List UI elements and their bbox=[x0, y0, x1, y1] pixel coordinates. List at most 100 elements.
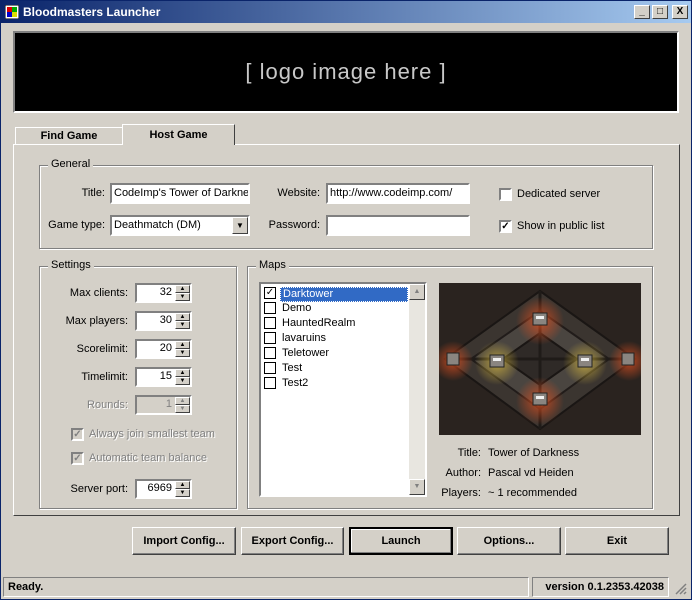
map-author-label: Author: bbox=[445, 467, 481, 479]
title-input[interactable]: CodeImp's Tower of Darkne bbox=[110, 183, 250, 204]
spin-down-icon[interactable]: ▼ bbox=[175, 293, 190, 301]
spin-up-icon[interactable]: ▲ bbox=[175, 285, 190, 293]
website-input[interactable]: http://www.codeimp.com/ bbox=[326, 183, 470, 204]
max-players-stepper[interactable]: 30 ▲ ▼ bbox=[135, 311, 192, 331]
list-item[interactable]: Test bbox=[263, 362, 409, 376]
status-bar: Ready. version 0.1.2353.42038 bbox=[3, 577, 689, 597]
scroll-up-icon[interactable]: ▲ bbox=[409, 284, 425, 300]
spin-down-icon[interactable]: ▼ bbox=[175, 489, 190, 497]
spin-up-icon[interactable]: ▲ bbox=[175, 369, 190, 377]
logo-banner: [ logo image here ] bbox=[13, 31, 679, 113]
map-checkbox[interactable] bbox=[264, 332, 276, 344]
launcher-window: Bloodmasters Launcher _ □ X [ logo image… bbox=[0, 0, 692, 600]
title-bar[interactable]: Bloodmasters Launcher _ □ X bbox=[1, 1, 691, 23]
map-title-label: Title: bbox=[457, 447, 481, 459]
timelimit-stepper[interactable]: 15 ▲ ▼ bbox=[135, 367, 192, 387]
map-author-value: Pascal vd Heiden bbox=[488, 467, 574, 479]
map-preview-image bbox=[439, 283, 641, 435]
max-clients-label: Max clients: bbox=[69, 287, 128, 299]
status-text: Ready. bbox=[3, 577, 529, 597]
general-legend: General bbox=[48, 158, 94, 170]
server-port-label: Server port: bbox=[70, 483, 128, 495]
map-name: HauntedRealm bbox=[282, 317, 356, 329]
chevron-down-icon[interactable]: ▼ bbox=[232, 217, 248, 234]
spin-down-icon[interactable]: ▼ bbox=[175, 321, 190, 329]
map-list-scrollbar[interactable]: ▲ ▼ bbox=[409, 284, 425, 495]
scorelimit-stepper[interactable]: 20 ▲ ▼ bbox=[135, 339, 192, 359]
close-button[interactable]: X bbox=[672, 5, 688, 19]
max-players-value: 30 bbox=[159, 314, 172, 326]
spin-down-icon[interactable]: ▼ bbox=[175, 349, 190, 357]
tab-find-game[interactable]: Find Game bbox=[15, 127, 123, 145]
map-title-value: Tower of Darkness bbox=[488, 447, 580, 459]
public-list-label: Show in public list bbox=[517, 220, 605, 232]
map-name: Test bbox=[282, 362, 303, 374]
resize-grip-icon[interactable] bbox=[675, 583, 687, 595]
server-port-stepper[interactable]: 6969 ▲ ▼ bbox=[135, 479, 192, 499]
dedicated-server-checkbox[interactable] bbox=[499, 188, 512, 201]
rounds-value: 1 bbox=[165, 398, 172, 410]
map-checkbox[interactable]: ✓ bbox=[264, 287, 276, 299]
window-title: Bloodmasters Launcher bbox=[23, 5, 161, 19]
rounds-label: Rounds: bbox=[87, 399, 128, 411]
public-list-checkbox[interactable]: ✓ bbox=[499, 220, 512, 233]
map-name: Teletower bbox=[282, 347, 330, 359]
import-config-button[interactable]: Import Config... bbox=[132, 527, 236, 555]
launch-button[interactable]: Launch bbox=[349, 527, 453, 555]
list-item[interactable]: Teletower bbox=[263, 347, 409, 361]
join-smallest-team-checkbox: ✓ bbox=[71, 428, 84, 441]
auto-team-balance-checkbox: ✓ bbox=[71, 452, 84, 465]
game-type-select[interactable]: Deathmatch (DM) ▼ bbox=[110, 215, 250, 236]
scroll-down-icon[interactable]: ▼ bbox=[409, 479, 425, 495]
max-clients-stepper[interactable]: 32 ▲ ▼ bbox=[135, 283, 192, 303]
export-config-button[interactable]: Export Config... bbox=[241, 527, 344, 555]
max-clients-value: 32 bbox=[159, 286, 172, 298]
password-input[interactable] bbox=[326, 215, 470, 236]
auto-team-balance-label: Automatic team balance bbox=[89, 452, 208, 464]
map-checkbox[interactable] bbox=[264, 317, 276, 329]
timelimit-value: 15 bbox=[159, 370, 172, 382]
version-text: version 0.1.2353.42038 bbox=[532, 577, 669, 597]
list-item[interactable]: Demo bbox=[263, 302, 409, 316]
scorelimit-label: Scorelimit: bbox=[76, 343, 128, 355]
join-smallest-team-label: Always join smallest team bbox=[89, 428, 215, 440]
list-item[interactable]: lavaruins bbox=[263, 332, 409, 346]
general-group: General bbox=[39, 158, 653, 249]
map-name: Darktower bbox=[280, 287, 408, 302]
map-checkbox[interactable] bbox=[264, 377, 276, 389]
spin-up-icon[interactable]: ▲ bbox=[175, 481, 190, 489]
minimize-button[interactable]: _ bbox=[634, 5, 650, 19]
list-item[interactable]: ✓ Darktower bbox=[263, 287, 409, 302]
scorelimit-value: 20 bbox=[159, 342, 172, 354]
exit-button[interactable]: Exit bbox=[565, 527, 669, 555]
server-port-value: 6969 bbox=[147, 482, 172, 494]
map-name: lavaruins bbox=[282, 332, 327, 344]
spin-up-icon[interactable]: ▲ bbox=[175, 341, 190, 349]
map-list[interactable]: ✓ Darktower Demo HauntedRealm lavaruins … bbox=[259, 282, 427, 497]
dedicated-server-label: Dedicated server bbox=[517, 188, 601, 200]
map-checkbox[interactable] bbox=[264, 362, 276, 374]
app-icon bbox=[5, 5, 19, 19]
password-label: Password: bbox=[268, 219, 320, 231]
spin-down-icon[interactable]: ▼ bbox=[175, 377, 190, 385]
map-checkbox[interactable] bbox=[264, 302, 276, 314]
game-type-label: Game type: bbox=[48, 219, 105, 231]
map-name: Demo bbox=[282, 302, 312, 314]
rounds-stepper: 1 ▲ ▼ bbox=[135, 395, 192, 415]
maximize-button[interactable]: □ bbox=[652, 5, 668, 19]
spin-up-icon: ▲ bbox=[175, 397, 190, 405]
spin-up-icon[interactable]: ▲ bbox=[175, 313, 190, 321]
map-players-value: ~ 1 recommended bbox=[488, 487, 577, 499]
options-button[interactable]: Options... bbox=[457, 527, 561, 555]
tab-host-game[interactable]: Host Game bbox=[122, 124, 235, 145]
list-item[interactable]: HauntedRealm bbox=[263, 317, 409, 331]
map-name: Test2 bbox=[282, 377, 309, 389]
map-checkbox[interactable] bbox=[264, 347, 276, 359]
spin-down-icon: ▼ bbox=[175, 405, 190, 413]
map-players-label: Players: bbox=[441, 487, 481, 499]
settings-legend: Settings bbox=[48, 259, 94, 271]
title-label: Title: bbox=[81, 187, 105, 199]
timelimit-label: Timelimit: bbox=[81, 371, 128, 383]
maps-legend: Maps bbox=[256, 259, 289, 271]
list-item[interactable]: Test2 bbox=[263, 377, 409, 391]
